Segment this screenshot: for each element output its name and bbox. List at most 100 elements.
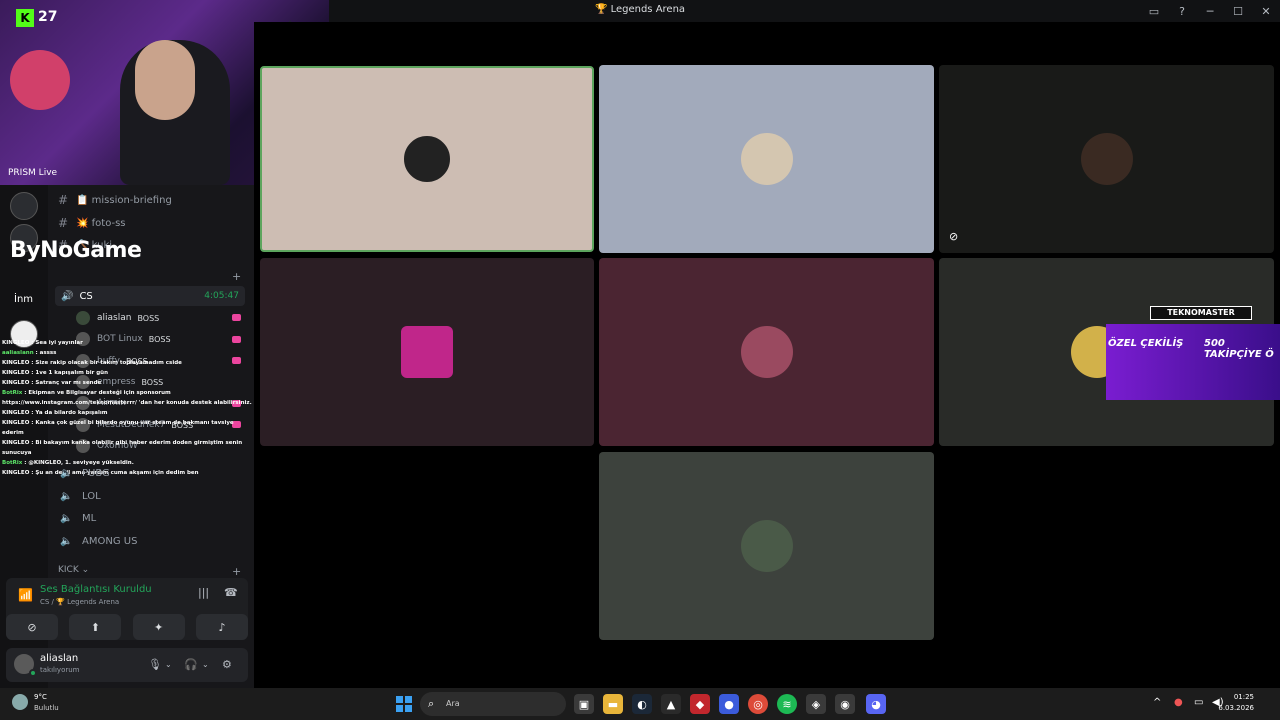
promo-text: ÖZEL ÇEKİLİŞ (1108, 338, 1184, 349)
search-placeholder: Ara (446, 699, 460, 708)
active-voice-channel[interactable]: 🔊 CS 4:05:47 (55, 286, 245, 306)
avatar (740, 133, 793, 185)
video-tile[interactable] (260, 258, 594, 446)
avatar (1080, 133, 1133, 185)
role-badge: BOSS (137, 313, 160, 323)
username[interactable]: aliaslan (40, 653, 78, 664)
task-view-icon[interactable]: ▣ (574, 694, 594, 714)
avatar (401, 326, 453, 378)
sponsor-graphic: ÖZEL ÇEKİLİŞ 500 TAKİPÇİYE Ö (1106, 324, 1280, 400)
spotify-icon[interactable]: ≋ (777, 694, 797, 714)
weather-icon[interactable] (12, 694, 28, 710)
muted-icon: ⊘ (949, 230, 959, 243)
file-explorer-icon[interactable]: ▬ (603, 694, 623, 714)
add-channel-icon[interactable]: + (232, 270, 241, 283)
channel-label: PUBG (82, 467, 110, 479)
chat-message: KINGLEO : Satranç var mı sende (2, 380, 102, 386)
video-tile[interactable] (599, 452, 934, 640)
call-duration: 4:05:47 (204, 291, 239, 301)
chat-message: KINGLEO : Şu an değil ama yardım cuma ak… (2, 470, 199, 476)
steam-icon[interactable]: ◐ (632, 694, 652, 714)
viewer-count: 27 (38, 9, 58, 25)
speaker-icon: 🔈 (60, 512, 73, 524)
brand-logo: ByNoGame (10, 238, 142, 263)
online-status-icon (29, 669, 37, 677)
voice-channel-item[interactable]: 🔈 AMONG US (60, 531, 137, 551)
titlebar-controls: ▭ ? ─ ☐ ✕ (1140, 0, 1280, 22)
prism-label: PRISM Live (8, 168, 58, 178)
add-channel-icon[interactable]: + (232, 565, 241, 578)
weather-description[interactable]: Bulutlu (34, 704, 59, 712)
minimize-icon[interactable]: ─ (1196, 0, 1224, 22)
display-icon[interactable]: ▭ (1194, 697, 1203, 708)
desktop: 🏆 Legends Arena ▭ ? ─ ☐ ✕ İnm # 📋 missio… (0, 0, 1280, 720)
close-icon[interactable]: ✕ (1252, 0, 1280, 22)
speaker-icon: 🔈 (60, 490, 73, 502)
channel-label: AMONG US (82, 535, 138, 547)
discord-icon[interactable]: ◕ (866, 694, 886, 714)
speaker-icon: 🔈 (60, 535, 73, 547)
voice-channel-item[interactable]: 🔈 LOL (60, 486, 101, 506)
video-tile[interactable] (599, 258, 934, 446)
chat-message: KINGLEO : Sea iyi yayınlar (2, 340, 83, 346)
help-icon[interactable]: ? (1168, 0, 1196, 22)
connection-location[interactable]: CS / 🏆 Legends Arena (40, 598, 119, 606)
maximize-icon[interactable]: ☐ (1224, 0, 1252, 22)
video-tile[interactable]: ⊘ (939, 65, 1274, 253)
stream-chat-overlay: KINGLEO : Sea iyi yayınlar aaliaslann : … (2, 338, 252, 478)
voice-channel-item[interactable]: 🔈 ML (60, 508, 96, 528)
noise-suppression-icon[interactable]: ||| (198, 586, 209, 599)
app-icon[interactable]: ● (719, 694, 739, 714)
weather-temperature[interactable]: 9°C (34, 693, 47, 701)
clock-date[interactable]: 6.03.2026 (1218, 704, 1254, 712)
member-row[interactable]: aliaslan BOSS (76, 308, 159, 328)
user-panel: aliaslan takılıyorum 🎙 ⌄ 🎧 ⌄ ⚙ (6, 648, 248, 682)
start-button[interactable] (396, 696, 412, 712)
soundboard-icon[interactable]: ♪ (195, 614, 248, 640)
app-icon[interactable]: ◈ (806, 694, 826, 714)
camera-off-icon[interactable]: ⊘ (6, 614, 58, 640)
server-icon[interactable] (10, 192, 38, 220)
hash-icon: # (57, 193, 69, 207)
member-name: aliaslan (97, 313, 132, 323)
settings-gear-icon[interactable]: ⚙ (222, 658, 232, 671)
plush-toy (10, 50, 70, 110)
headphones-icon[interactable]: 🎧 (184, 658, 198, 671)
inbox-icon[interactable]: ▭ (1140, 0, 1168, 22)
channel-label: CS (79, 290, 93, 302)
channel-item[interactable]: # 💥 foto-ss (56, 213, 126, 233)
chrome-icon[interactable]: ◎ (748, 694, 768, 714)
hash-icon: # (57, 216, 69, 230)
activity-icon[interactable]: ✦ (132, 614, 185, 640)
microphone-icon[interactable]: ● (1174, 697, 1183, 708)
chevron-down-icon[interactable]: ⌄ (202, 660, 209, 669)
chat-message: BotRix : @KINGLEO, 1. seviyeye yükseldin… (2, 460, 134, 466)
chevron-down-icon[interactable]: ⌄ (165, 660, 172, 669)
faceit-icon[interactable]: ◆ (690, 694, 710, 714)
voice-channel-item[interactable]: 🔈 PUBG (60, 463, 110, 483)
signal-icon: 📶 (18, 588, 33, 602)
custom-status: takılıyorum (40, 666, 80, 674)
chat-message: KINGLEO : Kanka çok güzel bi bilardo oyu… (2, 420, 234, 436)
chevron-up-icon[interactable]: ^ (1153, 697, 1161, 708)
clock-time[interactable]: 01:25 (1234, 693, 1254, 701)
chat-message: KINGLEO : Size rakip olacak bir takım to… (2, 360, 182, 366)
video-tile[interactable] (599, 65, 934, 253)
speaker-icon: 🔊 (61, 290, 74, 302)
obs-icon[interactable]: ◉ (835, 694, 855, 714)
chat-message: KINGLEO : 1ve 1 kapışalım bir gün (2, 370, 109, 376)
category-header[interactable]: KICK ⌄ (58, 565, 89, 575)
promo-text: 500 TAKİPÇİYE Ö (1204, 338, 1274, 360)
chat-message: KINGLEO : Bi bakayım kanka olabilir gibi… (2, 440, 243, 456)
speaker-icon: 🔈 (60, 467, 73, 479)
taskbar-search[interactable]: ⌕ Ara (420, 692, 566, 716)
avatar (76, 311, 90, 325)
disconnect-icon[interactable]: ☎ (224, 586, 238, 599)
brand-text: ByNoGame (10, 238, 142, 263)
channel-item[interactable]: # 📋 mission-briefing (56, 190, 172, 210)
microphone-icon[interactable]: 🎙 (148, 658, 162, 671)
app-icon[interactable]: ▲ (661, 694, 681, 714)
screen-share-icon[interactable]: ⬆ (69, 614, 122, 640)
video-tile[interactable] (260, 66, 594, 252)
connection-status[interactable]: Ses Bağlantısı Kuruldu (40, 584, 152, 595)
